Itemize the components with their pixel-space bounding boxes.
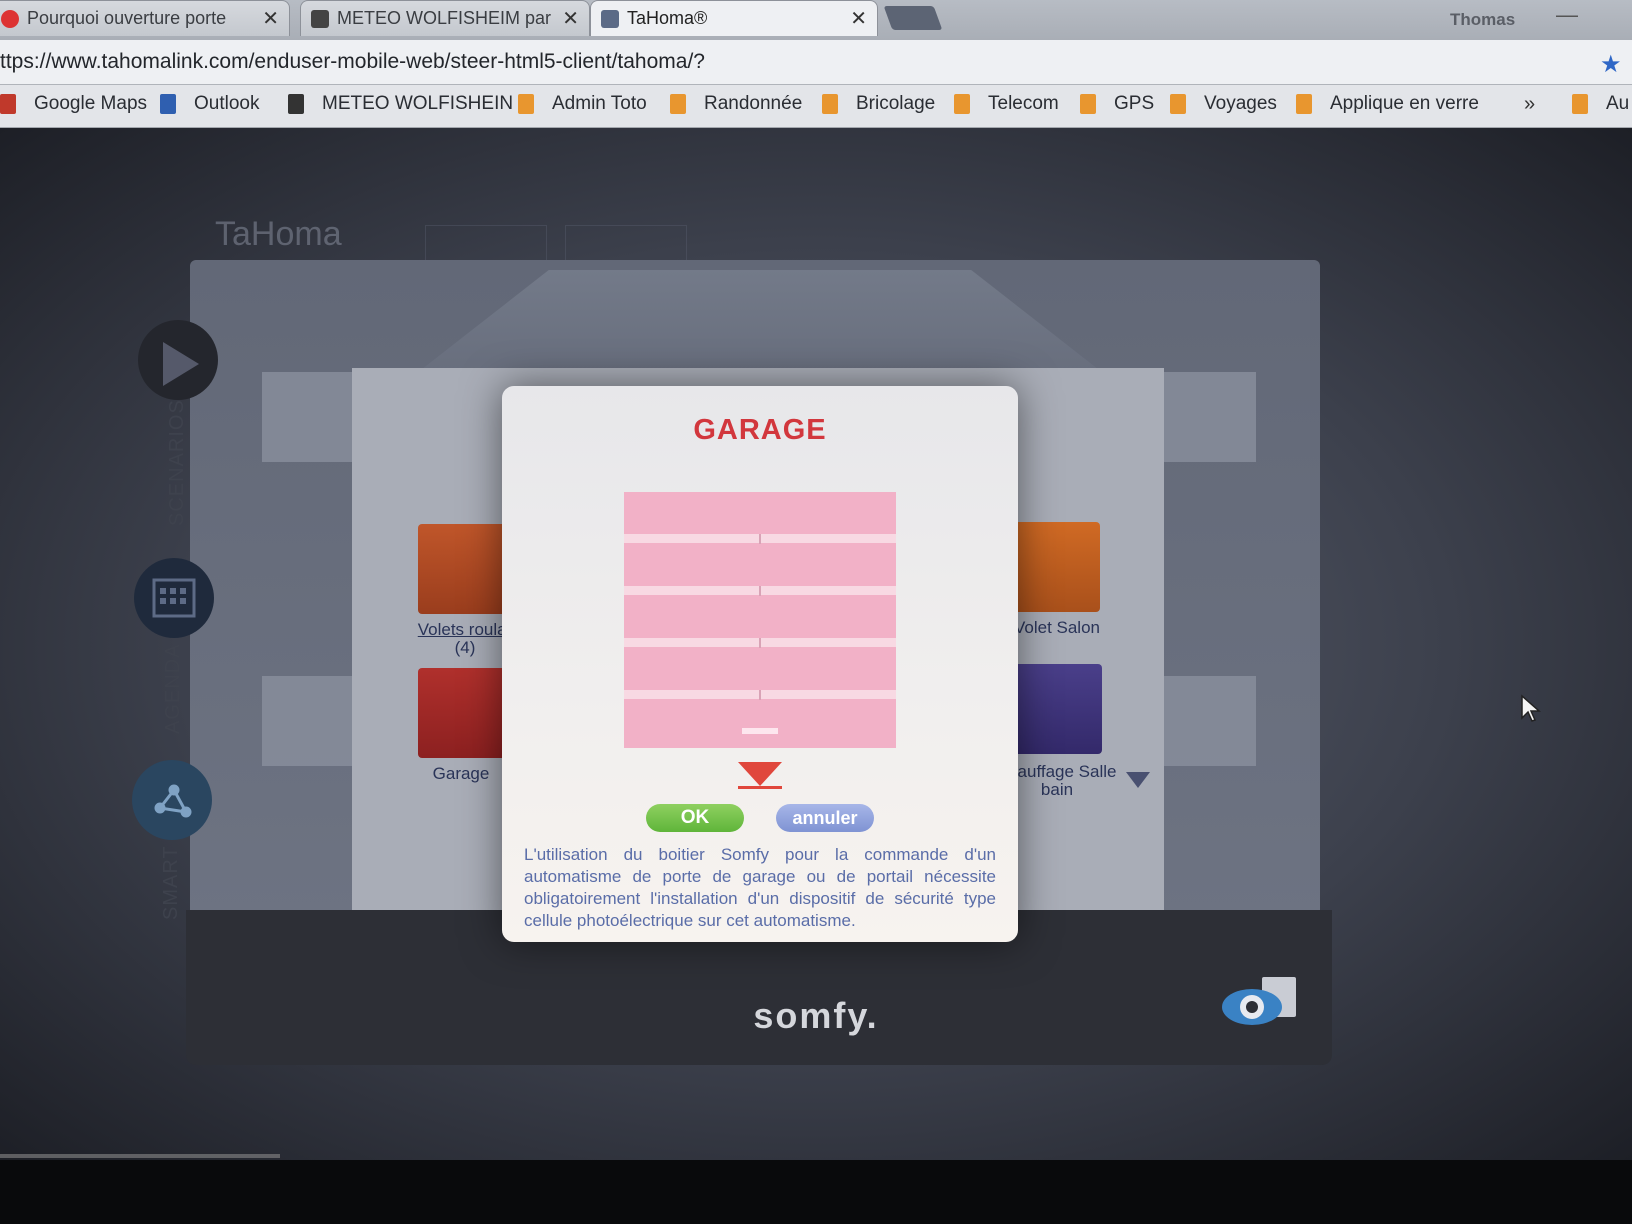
- play-icon: [163, 342, 199, 386]
- dialog-title: GARAGE: [693, 414, 827, 446]
- door-seam: [759, 690, 761, 700]
- bookmark-meteo[interactable]: METEO WOLFISHEIN: [288, 93, 513, 115]
- maps-icon: [0, 94, 16, 114]
- tab-meteo[interactable]: METEO WOLFISHEIM par ✕: [300, 0, 590, 36]
- tab-pourquoi[interactable]: Pourquoi ouverture porte ✕: [0, 0, 290, 36]
- close-icon[interactable]: ✕: [850, 6, 867, 31]
- url-text[interactable]: ttps://www.tahomalink.com/enduser-mobile…: [0, 50, 705, 74]
- youtube-icon: [1, 9, 19, 28]
- door-seam: [759, 638, 761, 648]
- bookmark-randonnee[interactable]: Randonnée: [670, 93, 802, 115]
- bookmark-label: Google Maps: [34, 93, 148, 114]
- bookmark-label: GPS: [1114, 93, 1155, 114]
- bezel-reflection: [0, 1154, 280, 1158]
- calendar-icon: [152, 578, 196, 618]
- house-window: [262, 372, 358, 462]
- tab-label: METEO WOLFISHEIM par: [337, 8, 552, 28]
- chauffage-device[interactable]: [1012, 664, 1102, 754]
- folder-icon: [1296, 94, 1312, 114]
- close-icon[interactable]: ✕: [562, 6, 579, 31]
- door-seam: [759, 586, 761, 596]
- ok-button[interactable]: OK: [646, 804, 744, 832]
- house-window: [262, 676, 358, 766]
- browser-chrome: Pourquoi ouverture porte ✕ METEO WOLFISH…: [0, 0, 1632, 128]
- bookmark-label: Admin Toto: [552, 93, 647, 114]
- down-arrow-icon[interactable]: [738, 762, 782, 786]
- bookmarks-bar: Google Maps Outlook METEO WOLFISHEIN Adm…: [0, 85, 1632, 128]
- bookmark-voyages[interactable]: Voyages: [1170, 93, 1277, 115]
- house-window: [1160, 372, 1256, 462]
- bookmark-outlook[interactable]: Outlook: [160, 93, 259, 115]
- bookmark-label: METEO WOLFISHEIN: [322, 93, 514, 114]
- garage-door-control[interactable]: [624, 492, 896, 748]
- bookmark-admin-toto[interactable]: Admin Toto: [518, 93, 647, 115]
- garage-dialog: GARAGE OK annuler L'utilisation du boiti…: [502, 386, 1018, 942]
- new-tab-button[interactable]: [883, 6, 943, 30]
- cancel-button[interactable]: annuler: [776, 804, 874, 832]
- eye-icon[interactable]: [1218, 975, 1298, 1031]
- bookmark-gps[interactable]: GPS: [1080, 93, 1154, 115]
- bookmark-telecom[interactable]: Telecom: [954, 93, 1059, 115]
- bookmark-bricolage[interactable]: Bricolage: [822, 93, 935, 115]
- folder-icon: [954, 94, 970, 114]
- bookmark-overflow-item[interactable]: Au: [1572, 93, 1629, 115]
- folder-icon: [670, 94, 686, 114]
- bookmark-applique[interactable]: Applique en verre: [1296, 93, 1479, 115]
- sidebar-label-agenda: AGENDA: [162, 643, 184, 734]
- volets-roulants-device[interactable]: [418, 524, 508, 614]
- volet-salon-device[interactable]: [1010, 522, 1100, 612]
- folder-icon: [1170, 94, 1186, 114]
- sidebar-label-scenarios: SCENARIOS: [166, 399, 188, 526]
- tahoma-icon: [601, 9, 619, 28]
- bookmark-label: Randonnée: [704, 93, 803, 114]
- door-handle: [742, 728, 778, 734]
- tab-tahoma[interactable]: TaHoma® ✕: [590, 0, 878, 36]
- tab-label: Pourquoi ouverture porte: [27, 8, 227, 28]
- door-seam: [759, 534, 761, 544]
- app-logo: TaHoma: [215, 215, 342, 253]
- monitor-bezel: [0, 1160, 1632, 1224]
- folder-icon: [518, 94, 534, 114]
- folder-icon: [1080, 94, 1096, 114]
- bookmark-label: Applique en verre: [1330, 93, 1479, 114]
- safety-warning-text: L'utilisation du boitier Somfy pour la c…: [524, 845, 996, 930]
- bookmark-star-icon[interactable]: ★: [1600, 50, 1622, 79]
- chevron-down-icon[interactable]: [1126, 772, 1150, 788]
- house-window: [1160, 676, 1256, 766]
- meteo-icon: [288, 94, 304, 114]
- device-label-chauffage: auffage Salle: [1017, 762, 1117, 781]
- folder-icon: [1572, 94, 1588, 114]
- garage-device[interactable]: [418, 668, 508, 758]
- meteo-icon: [311, 9, 329, 28]
- address-bar[interactable]: ttps://www.tahomalink.com/enduser-mobile…: [0, 40, 1632, 85]
- sidebar-label-smart: SMART: [160, 845, 182, 920]
- bookmark-label: Au: [1606, 93, 1630, 114]
- down-arrow-base: [738, 786, 782, 789]
- more-bookmarks-button[interactable]: »: [1524, 93, 1535, 116]
- bookmark-label: Voyages: [1204, 93, 1277, 114]
- bookmark-label: Telecom: [988, 93, 1059, 114]
- network-icon: [154, 784, 192, 818]
- profile-name[interactable]: Thomas: [1450, 10, 1515, 30]
- bookmark-label: Outlook: [194, 93, 260, 114]
- close-icon[interactable]: ✕: [262, 6, 279, 31]
- bookmark-label: Bricolage: [856, 93, 936, 114]
- folder-icon: [822, 94, 838, 114]
- bookmark-google-maps[interactable]: Google Maps: [0, 93, 147, 115]
- somfy-logo: somfy.: [753, 995, 879, 1036]
- outlook-icon: [160, 94, 176, 114]
- tab-bar: Pourquoi ouverture porte ✕ METEO WOLFISH…: [0, 0, 1632, 40]
- minimize-button[interactable]: —: [1556, 2, 1578, 28]
- tab-label: TaHoma®: [627, 8, 708, 28]
- mouse-cursor-icon: [1521, 694, 1541, 722]
